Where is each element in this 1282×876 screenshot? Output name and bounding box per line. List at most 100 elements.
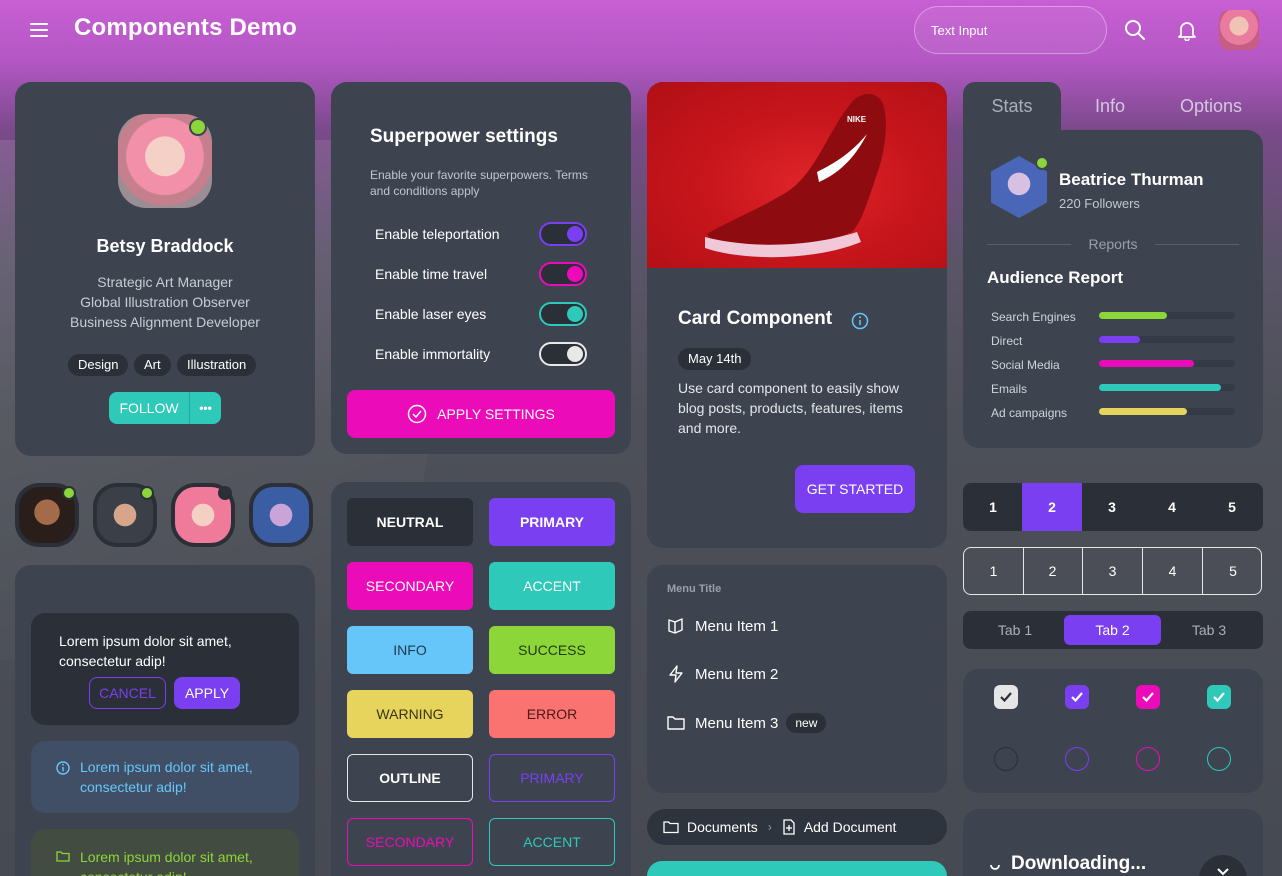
page-button-1[interactable]: 1 [963,483,1023,531]
app-title: Components Demo [74,14,298,41]
success-alert: Lorem ipsum dolor sit amet, consectetur … [31,829,299,876]
page-button-4[interactable]: 4 [1142,483,1202,531]
outline-page-button-4[interactable]: 4 [1143,548,1203,594]
neutral-button[interactable]: NEUTRAL [347,498,473,546]
profile-name: Betsy Braddock [96,236,234,256]
error-button[interactable]: ERROR [489,690,615,738]
menu-item-1-label: Menu Item 1 [695,617,779,635]
small-tabs: Tab 1 Tab 2 Tab 3 [963,611,1263,649]
toggle-label-immortality: Enable immortality [375,346,491,362]
toggle-immortality[interactable] [539,342,587,366]
superpower-desc-2: and conditions apply [370,184,480,198]
outline-accent-button[interactable]: ACCENT [489,818,615,866]
accent-button[interactable]: ACCENT [489,562,615,610]
apply-settings-button[interactable]: APPLY SETTINGS [347,390,615,438]
tab-info[interactable]: Info [1061,82,1159,130]
add-document-icon [783,819,795,835]
hamburger-menu-icon[interactable] [30,22,50,38]
report-bar-social-media [1099,360,1195,367]
radio-secondary[interactable] [1136,747,1160,771]
tag-illustration[interactable]: Illustration [177,354,257,376]
page-button-2-active[interactable]: 2 [1022,483,1082,531]
get-started-button[interactable]: GET STARTED [795,465,915,513]
success-button[interactable]: SUCCESS [489,626,615,674]
info-circle-icon [56,761,70,775]
user-avatar[interactable] [1219,10,1259,50]
info-button[interactable]: INFO [347,626,473,674]
info-alert: Lorem ipsum dolor sit amet, consectetur … [31,741,299,813]
stats-card: Beatrice Thurman 220 Followers Reports A… [963,130,1263,448]
book-icon [668,618,683,634]
outline-page-button-3[interactable]: 3 [1083,548,1143,594]
cancel-button[interactable]: CANCEL [89,677,166,709]
secondary-button[interactable]: SECONDARY [347,562,473,610]
warning-button[interactable]: WARNING [347,690,473,738]
small-tab-1[interactable]: Tab 1 [967,615,1063,645]
breadcrumb-add-document[interactable]: Add Document [804,819,897,835]
checkbox-secondary[interactable] [1136,685,1160,709]
outline-primary-button[interactable]: PRIMARY [489,754,615,802]
new-badge: new [786,713,827,733]
radio-primary[interactable] [1065,747,1089,771]
toggle-time-travel[interactable] [539,262,587,286]
page-button-3[interactable]: 3 [1082,483,1142,531]
small-tab-2-active[interactable]: Tab 2 [1064,615,1161,645]
tag-design[interactable]: Design [68,354,129,376]
outline-page-button-1[interactable]: 1 [964,548,1024,594]
divider-label: Reports [1088,236,1138,252]
avatar-2-status-dot [140,486,154,500]
menu-item-3[interactable]: Menu Item 3 new [667,713,827,733]
outline-page-button-2[interactable]: 2 [1023,548,1083,594]
more-button[interactable]: ••• [189,392,221,424]
outline-secondary-button[interactable]: SECONDARY [347,818,473,866]
small-tab-3[interactable]: Tab 3 [1161,615,1257,645]
download-card: Downloading... [963,809,1263,876]
report-track-ad-campaigns [1099,408,1235,415]
toggle-label-time-travel: Enable time travel [375,266,488,282]
info-alert-text-2: consectetur adip! [80,779,187,795]
toggle-teleportation[interactable] [539,222,587,246]
report-bar-direct [1099,336,1140,343]
breadcrumb-documents[interactable]: Documents [687,819,758,835]
checkbox-accent[interactable] [1207,685,1231,709]
tab-stats[interactable]: Stats [963,82,1061,130]
follow-button[interactable]: FOLLOW [109,392,189,424]
info-alert-text-1: Lorem ipsum dolor sit amet, [80,759,253,775]
menu-item-2[interactable]: Menu Item 2 [667,665,778,683]
outline-button[interactable]: OUTLINE [347,754,473,802]
page-button-5[interactable]: 5 [1202,483,1262,531]
profile-role-3: Business Alignment Developer [70,314,260,330]
superpower-desc-1: Enable your favorite superpowers. Terms [370,168,588,182]
tab-options[interactable]: Options [1159,82,1263,130]
pagination-filled: 1 2 3 4 5 [963,483,1263,531]
sneaker-image: NIKE [705,93,886,258]
card-text-1: Use card component to easily show [678,380,899,396]
checkbox-neutral[interactable] [994,685,1018,709]
checkbox-card [963,669,1263,793]
bell-icon[interactable] [1173,16,1201,44]
report-label-social-media: Social Media [991,358,1060,372]
primary-button[interactable]: PRIMARY [489,498,615,546]
pagination-outline: 1 2 3 4 5 [963,547,1262,595]
superpower-card: Superpower settings Enable your favorite… [331,82,631,454]
outline-page-button-5[interactable]: 5 [1203,548,1261,594]
report-track-direct [1099,336,1235,343]
expand-button[interactable] [1199,855,1247,876]
report-label-emails: Emails [991,382,1028,396]
tag-art[interactable]: Art [134,354,171,376]
apply-button[interactable]: APPLY [174,677,240,709]
profile-role-2: Global Illustration Observer [80,294,250,310]
menu-item-1[interactable]: Menu Item 1 [667,617,778,635]
spinner-icon [990,864,1000,870]
report-label-direct: Direct [991,334,1023,348]
search-icon[interactable] [1121,16,1149,44]
radio-accent[interactable] [1207,747,1231,771]
card-component-title: Card Component [678,308,833,329]
header-text-input[interactable] [914,6,1107,54]
radio-neutral[interactable] [994,747,1018,771]
menu-item-2-label: Menu Item 2 [695,665,779,683]
toggle-laser-eyes[interactable] [539,302,587,326]
info-icon[interactable] [851,312,869,330]
checkbox-primary[interactable] [1065,685,1089,709]
stats-followers: 220 Followers [1059,196,1140,211]
